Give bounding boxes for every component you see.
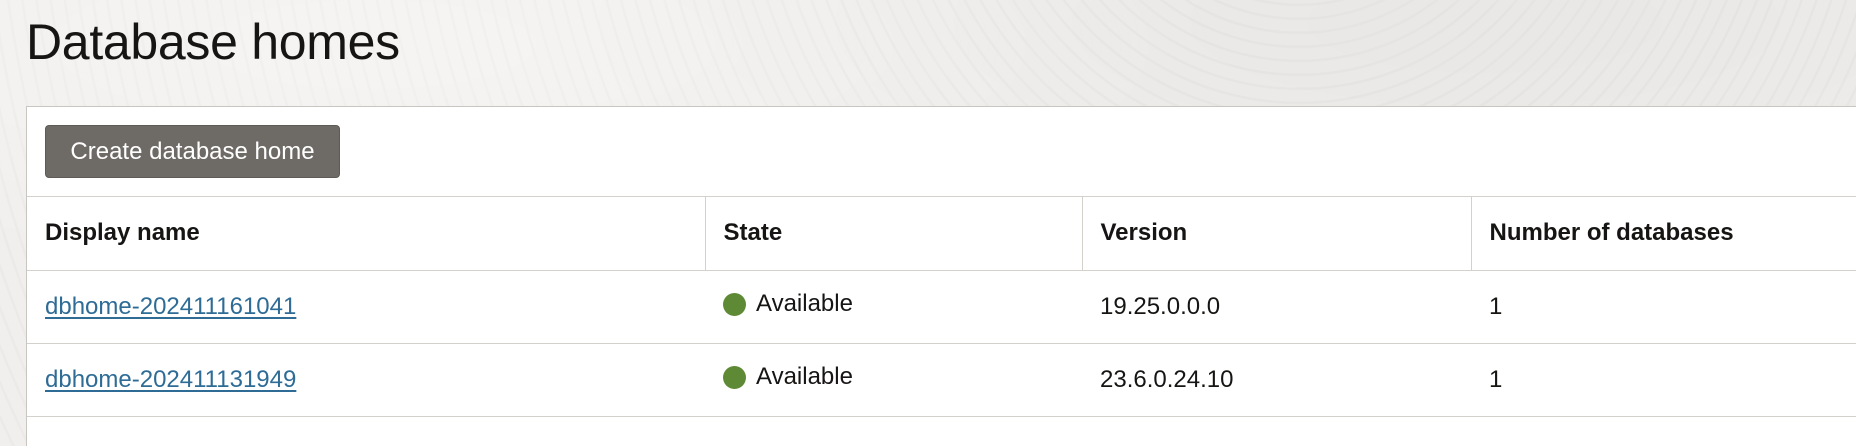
- toolbar: Create database home: [27, 107, 1856, 197]
- display-name-cell: dbhome-202411131949: [27, 343, 705, 417]
- state-indicator: Available: [723, 363, 853, 391]
- column-header-state[interactable]: State: [705, 197, 1083, 271]
- version-cell: 23.6.0.24.10: [1082, 343, 1471, 417]
- column-header-version[interactable]: Version: [1082, 197, 1472, 271]
- state-cell: Available: [705, 343, 1082, 417]
- display-name-cell: dbhome-202411161041: [27, 270, 705, 344]
- page-title: Database homes: [26, 14, 400, 70]
- number-of-databases-cell: 1: [1471, 343, 1856, 417]
- status-dot-icon: [723, 365, 746, 389]
- status-dot-icon: [723, 292, 746, 316]
- database-homes-panel: Create database home Display name State …: [26, 106, 1856, 446]
- column-header-number-of-databases[interactable]: Number of databases: [1471, 197, 1856, 271]
- database-home-link[interactable]: dbhome-202411161041: [45, 293, 296, 320]
- state-label: Available: [756, 290, 853, 318]
- create-database-home-button[interactable]: Create database home: [45, 125, 340, 178]
- state-indicator: Available: [723, 290, 853, 318]
- number-of-databases-cell: 1: [1471, 270, 1856, 344]
- table-row: dbhome-202411161041 Available 19.25.0.0.…: [27, 270, 1856, 344]
- table-header-row: Display name State Version Number of dat…: [27, 197, 1856, 271]
- database-homes-table: Display name State Version Number of dat…: [27, 197, 1856, 417]
- version-cell: 19.25.0.0.0: [1082, 270, 1471, 344]
- state-cell: Available: [705, 270, 1082, 344]
- state-label: Available: [756, 363, 853, 391]
- database-home-link[interactable]: dbhome-202411131949: [45, 366, 296, 393]
- column-header-display-name[interactable]: Display name: [27, 197, 706, 271]
- table-row: dbhome-202411131949 Available 23.6.0.24.…: [27, 343, 1856, 417]
